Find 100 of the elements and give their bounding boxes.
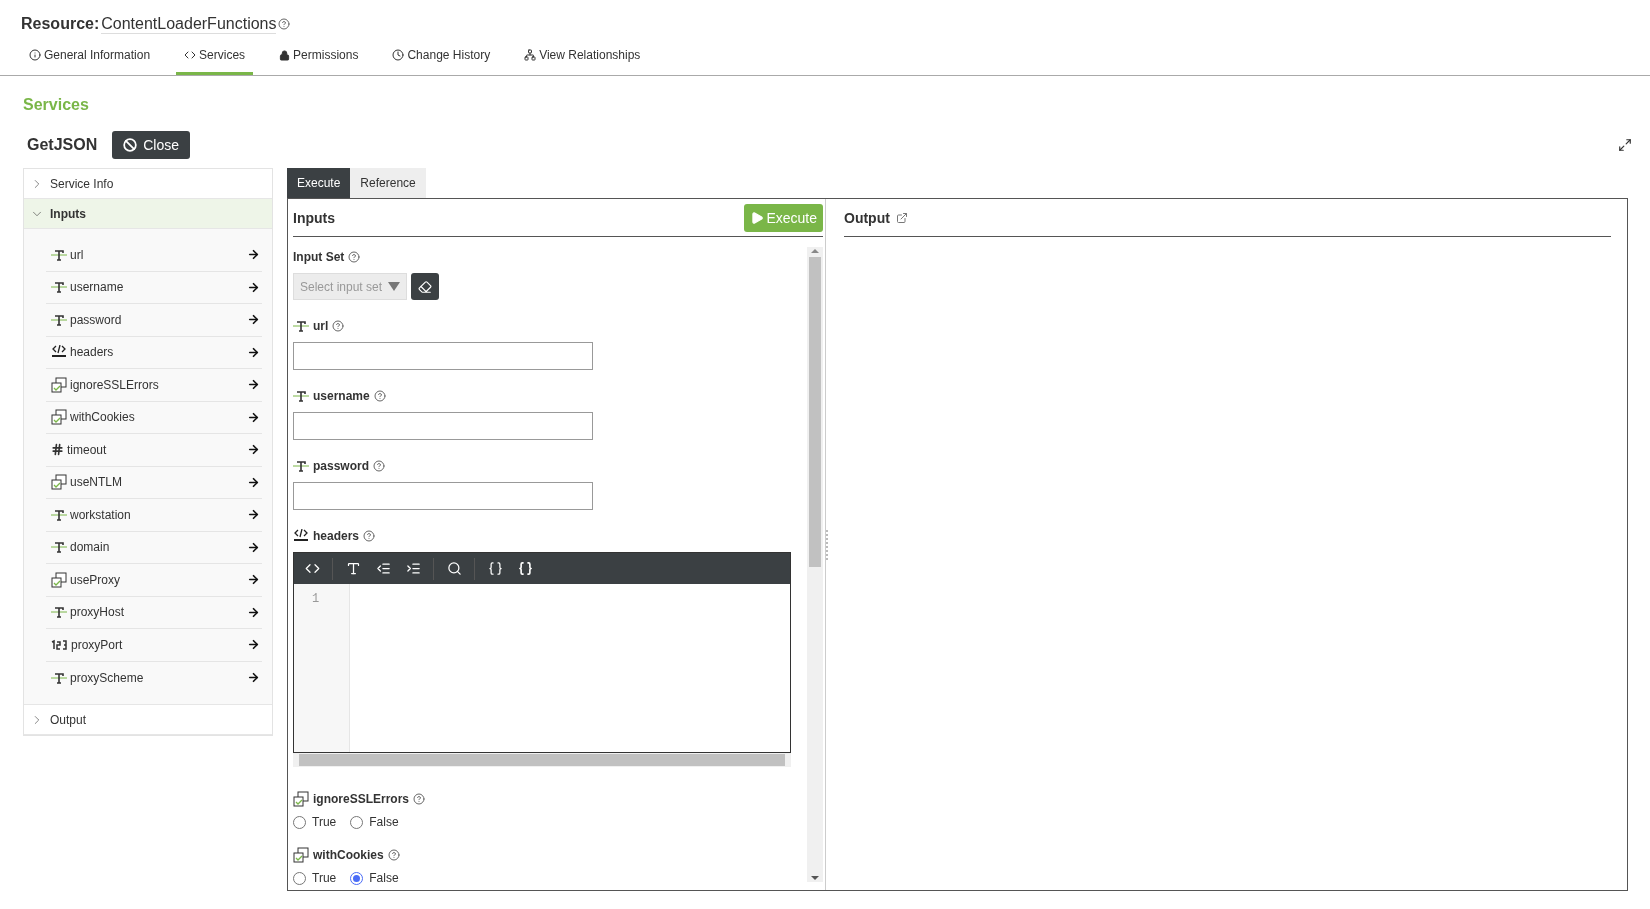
search-icon[interactable] [446,561,462,576]
radio-option[interactable]: True [293,871,337,885]
caret-icon [388,282,400,291]
expand-braces-icon[interactable] [517,561,533,576]
line-number: 1 [312,592,321,606]
json-code-icon [293,529,309,543]
field-label: username [313,389,370,403]
input-name: ignoreSSLErrors [70,377,159,392]
close-button[interactable]: Close [112,131,191,159]
help-icon[interactable] [363,530,376,542]
field-label: headers [313,529,360,543]
input-list-item[interactable]: url [46,239,262,272]
resource-name: ContentLoaderFunctions [101,14,277,34]
radio-button[interactable] [350,815,364,829]
input-list-item[interactable]: withCookies [46,401,262,434]
text-type-icon [51,671,67,684]
radio-button[interactable] [293,871,306,885]
expand-icon[interactable] [1618,138,1632,152]
input-list-item[interactable]: proxyPort [46,629,262,662]
arrow-right-icon [247,671,260,685]
service-name: GetJSON [27,136,98,154]
ban-icon [123,138,138,152]
input-list-item[interactable]: proxyScheme [46,661,262,694]
text-type-icon [293,390,309,402]
input-list-item[interactable]: proxyHost [46,596,262,629]
vertical-scrollbar[interactable] [807,247,823,882]
text-input-field[interactable] [293,342,593,370]
tab[interactable]: General Information [21,38,159,75]
radio-button[interactable] [293,815,306,829]
help-icon[interactable] [278,18,291,30]
tab[interactable]: Change History [384,38,499,75]
tab[interactable]: Execute [287,168,351,198]
tab[interactable]: View Relationships [516,38,649,75]
text-type-icon [51,541,67,554]
help-icon[interactable] [348,251,361,263]
radio-option[interactable]: False [350,815,399,829]
font-size-icon[interactable] [345,561,361,576]
info-icon [29,49,41,61]
input-list-item[interactable]: useProxy [46,564,262,597]
field-label: ignoreSSLErrors [313,792,410,806]
radio-button[interactable] [350,871,364,885]
code-view-icon[interactable] [304,561,320,576]
field-label: url [313,319,329,333]
input-name: domain [70,540,110,555]
input-list-item[interactable]: useNTLM [46,466,262,499]
help-icon[interactable] [373,460,385,472]
field-label: password [313,459,369,473]
clock-icon [392,49,405,61]
text-input-field[interactable] [293,412,593,440]
splitter-handle[interactable] [826,529,830,560]
input-list-item[interactable]: ignoreSSLErrors [46,369,262,402]
radio-option[interactable]: True [293,815,337,829]
input-name: useNTLM [70,475,122,490]
help-icon[interactable] [373,390,386,402]
radio-option[interactable]: False [350,871,399,885]
help-icon[interactable] [413,793,426,805]
help-icon[interactable] [332,320,345,332]
input-name: password [70,312,122,327]
text-type-icon [51,508,67,521]
arrow-right-icon [247,248,260,262]
arrow-right-icon [247,475,260,489]
play-icon [750,210,765,225]
indent-decrease-icon[interactable] [375,561,391,576]
input-list-item[interactable]: workstation [46,499,262,532]
sidebar-section-header[interactable]: Inputs [24,199,272,229]
text-input-field[interactable] [293,482,593,510]
input-name: workstation [70,507,131,522]
arrow-right-icon [247,410,260,424]
input-name: proxyHost [70,605,125,620]
arrow-right-icon [247,443,260,457]
clear-button[interactable] [411,273,439,300]
horizontal-scrollbar[interactable] [293,753,791,767]
text-type-icon [51,281,67,294]
tab[interactable]: Permissions [271,38,367,75]
arrow-right-icon [247,605,260,619]
json-code-icon [51,345,67,360]
text-type-icon [51,248,67,261]
text-type-icon [51,606,67,619]
input-name: proxyPort [71,637,123,652]
arrow-right-icon [247,508,260,522]
input-list-item[interactable]: password [46,304,262,337]
text-type-icon [293,320,309,332]
input-list-item[interactable]: domain [46,531,262,564]
checkbox-type-icon [293,791,309,807]
indent-increase-icon[interactable] [405,561,421,576]
help-icon[interactable] [387,849,400,861]
input-name: headers [70,345,114,360]
input-list-item[interactable]: timeout [46,434,262,467]
text-type-icon [293,460,309,472]
input-list-item[interactable]: headers [46,336,262,369]
resource-label: Resource: [21,15,100,33]
checkbox-type-icon [51,409,67,426]
lock-icon [279,49,291,61]
tab[interactable]: Reference [350,168,426,198]
collapse-braces-icon[interactable] [487,561,503,576]
popout-icon[interactable] [895,211,908,224]
arrow-right-icon [247,573,260,587]
input-list-item[interactable]: username [46,271,262,304]
hash-icon [51,443,64,457]
tab[interactable]: Services [176,38,254,75]
